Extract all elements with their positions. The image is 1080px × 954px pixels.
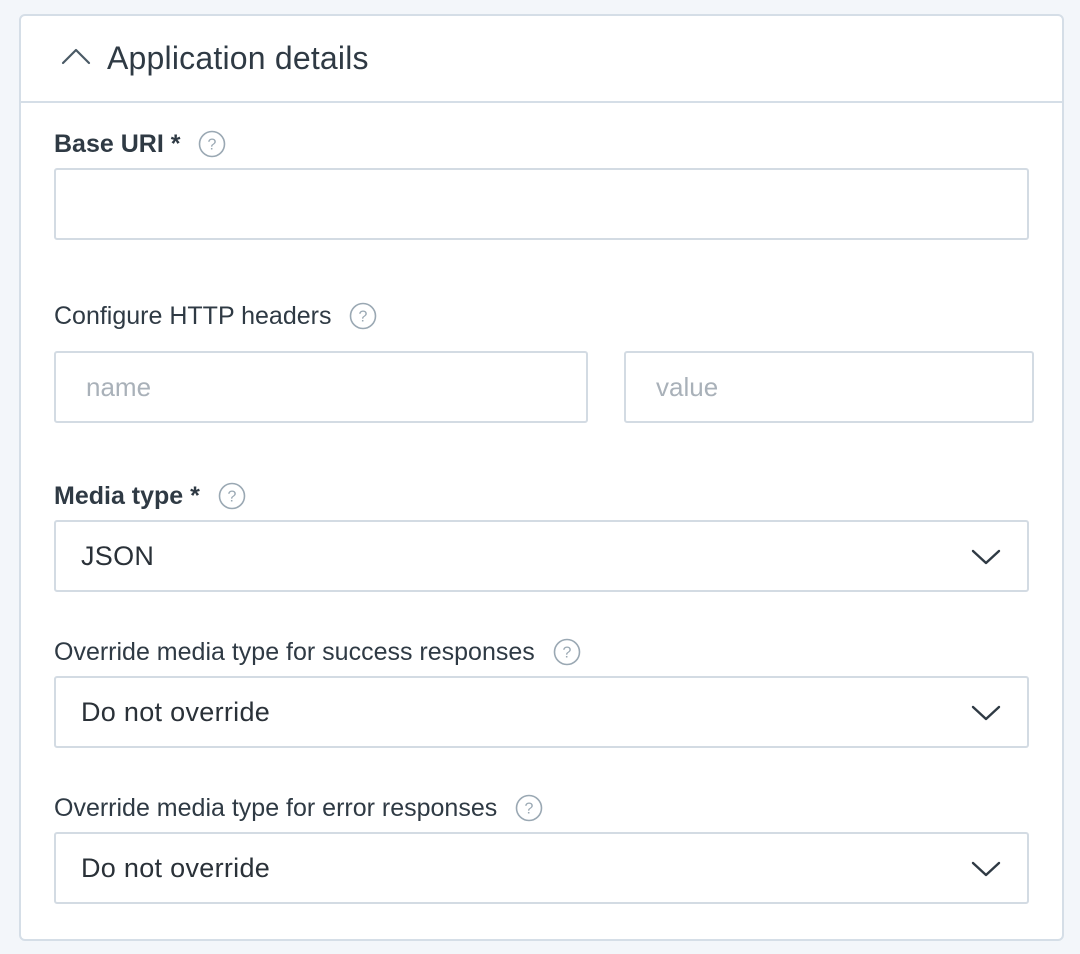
media-type-select[interactable]: JSON bbox=[54, 520, 1029, 592]
header-name-input[interactable] bbox=[54, 351, 588, 423]
success-override-field: Override media type for success response… bbox=[54, 636, 1029, 766]
svg-text:?: ? bbox=[525, 801, 534, 818]
chevron-up-icon bbox=[61, 48, 91, 64]
success-override-selected: Do not override bbox=[81, 696, 271, 727]
base-uri-input[interactable] bbox=[54, 168, 1029, 240]
base-uri-label: Base URI * bbox=[54, 129, 181, 158]
success-override-select[interactable]: Do not override bbox=[54, 676, 1029, 748]
help-icon[interactable]: ? bbox=[553, 638, 581, 666]
application-details-panel: Application details Base URI * ? Configu… bbox=[19, 14, 1064, 941]
svg-text:?: ? bbox=[359, 309, 368, 326]
error-override-selected: Do not override bbox=[81, 852, 271, 883]
http-headers-field: Configure HTTP headers ? bbox=[54, 300, 1034, 430]
media-type-selected: JSON bbox=[81, 540, 155, 571]
help-icon[interactable]: ? bbox=[515, 794, 543, 822]
media-type-field: Media type * ? JSON bbox=[54, 480, 1029, 610]
header-value-input[interactable] bbox=[624, 351, 1034, 423]
media-type-label: Media type * bbox=[54, 481, 200, 510]
base-uri-field: Base URI * ? bbox=[54, 128, 1029, 258]
help-icon[interactable]: ? bbox=[198, 130, 226, 158]
error-override-label: Override media type for error responses bbox=[54, 793, 498, 822]
panel-header-toggle[interactable]: Application details bbox=[21, 16, 1062, 103]
chevron-down-icon bbox=[971, 705, 1001, 721]
help-icon[interactable]: ? bbox=[349, 302, 377, 330]
error-override-select[interactable]: Do not override bbox=[54, 832, 1029, 904]
help-icon[interactable]: ? bbox=[218, 482, 246, 510]
chevron-down-icon bbox=[971, 549, 1001, 565]
svg-text:?: ? bbox=[562, 645, 571, 662]
success-override-label: Override media type for success response… bbox=[54, 637, 535, 666]
svg-text:?: ? bbox=[227, 489, 236, 506]
chevron-down-icon bbox=[971, 861, 1001, 877]
panel-title: Application details bbox=[107, 40, 369, 76]
http-headers-label: Configure HTTP headers bbox=[54, 301, 332, 330]
error-override-field: Override media type for error responses … bbox=[54, 792, 1029, 922]
svg-text:?: ? bbox=[208, 137, 217, 154]
